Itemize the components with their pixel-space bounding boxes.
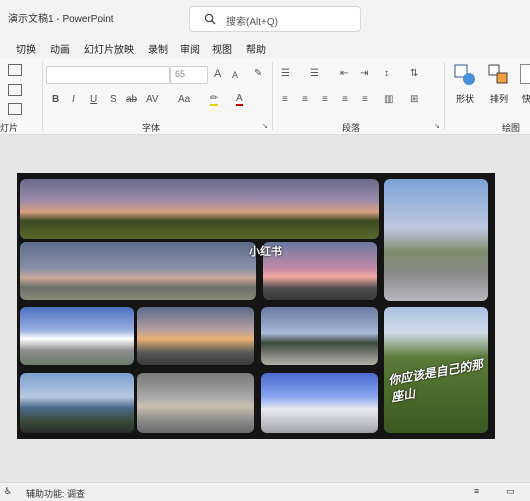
menu-review[interactable]: 审阅 xyxy=(180,41,200,56)
quick-styles-icon xyxy=(520,64,530,84)
slides-group-label: 灯片 xyxy=(0,123,19,133)
photo-city[interactable] xyxy=(20,373,134,433)
shapes-button[interactable]: 形状 xyxy=(454,64,480,110)
font-size-select[interactable]: 65 xyxy=(170,66,208,84)
justify-icon[interactable]: ≡ xyxy=(342,94,348,105)
photo-sea[interactable] xyxy=(137,373,254,433)
photo-snow-mountain[interactable] xyxy=(261,373,378,433)
menu-transitions[interactable]: 切换 xyxy=(16,41,36,56)
change-case-button[interactable]: Aa xyxy=(178,94,190,105)
strike-button[interactable]: S xyxy=(110,94,117,105)
layout-icon[interactable] xyxy=(8,64,22,76)
separator xyxy=(444,62,445,130)
shapes-label: 形状 xyxy=(456,94,475,104)
menu-bar: 切换 动画 幻灯片放映 录制 审阅 视图 帮助 xyxy=(0,34,530,58)
increase-indent-icon[interactable]: ⇥ xyxy=(360,68,368,79)
separator xyxy=(272,62,273,130)
font-color-icon[interactable]: A xyxy=(236,93,243,106)
menu-slideshow[interactable]: 幻灯片放映 xyxy=(84,41,134,56)
strikethrough-button[interactable]: ab xyxy=(126,94,137,105)
grow-font-icon[interactable]: A xyxy=(214,68,221,80)
smartart-icon[interactable]: ⊞ xyxy=(410,94,418,105)
arrange-button[interactable]: 排列 xyxy=(488,64,514,110)
arrange-icon xyxy=(488,64,508,84)
arrange-label: 排列 xyxy=(490,94,509,104)
status-bar: ♿ 辅助功能: 调查 ≡ ▭ xyxy=(0,482,530,501)
quick-styles-label: 快 xyxy=(522,94,530,104)
distributed-icon[interactable]: ≡ xyxy=(362,94,368,105)
search-icon xyxy=(204,13,216,25)
decrease-indent-icon[interactable]: ⇤ xyxy=(340,68,348,79)
font-name-select[interactable] xyxy=(46,66,170,84)
italic-button[interactable]: I xyxy=(72,94,75,105)
accessibility-icon[interactable]: ♿ xyxy=(4,486,12,497)
numbering-icon[interactable]: ☰ xyxy=(310,68,319,79)
notes-icon[interactable]: ≡ xyxy=(474,486,479,496)
drawing-group-label: 绘图 xyxy=(502,123,521,133)
paragraph-group-label: 段落 xyxy=(342,123,361,133)
separator xyxy=(42,62,43,130)
photo-buildings[interactable] xyxy=(20,242,256,300)
search-placeholder: 搜索(Alt+Q) xyxy=(226,17,278,28)
reset-icon[interactable] xyxy=(8,84,22,96)
photo-flower-field[interactable] xyxy=(20,179,379,239)
paragraph-dialog-launcher-icon[interactable]: ↘ xyxy=(434,122,440,130)
shapes-icon xyxy=(454,64,475,85)
columns-icon[interactable]: ▥ xyxy=(384,94,393,105)
font-size-value: 65 xyxy=(175,69,186,79)
title-bar: 演示文稿1 - PowerPoint 搜索(Alt+Q) xyxy=(0,0,530,34)
font-dialog-launcher-icon[interactable]: ↘ xyxy=(262,122,268,130)
comments-icon[interactable]: ▭ xyxy=(506,486,515,497)
line-spacing-icon[interactable]: ↕ xyxy=(384,68,389,79)
align-center-icon[interactable]: ≡ xyxy=(302,94,308,105)
text-direction-icon[interactable]: ⇅ xyxy=(410,68,418,79)
bullets-icon[interactable]: ☰ xyxy=(281,68,290,79)
menu-view[interactable]: 视图 xyxy=(212,41,232,56)
photo-street[interactable] xyxy=(384,179,488,301)
ribbon: 灯片 65 A A ✎ B I U S ab AV Aa ✏ A 字体 ↘ ☰ … xyxy=(0,58,530,135)
window-title: 演示文稿1 - PowerPoint xyxy=(8,14,114,25)
font-group-label: 字体 xyxy=(142,123,161,133)
search-box[interactable]: 搜索(Alt+Q) xyxy=(189,6,361,32)
clear-format-icon[interactable]: ✎ xyxy=(254,68,262,79)
accessibility-status[interactable]: 辅助功能: 调查 xyxy=(26,487,85,500)
align-left-icon[interactable]: ≡ xyxy=(282,94,288,105)
menu-record[interactable]: 录制 xyxy=(148,41,168,56)
menu-help[interactable]: 帮助 xyxy=(246,41,266,56)
slide[interactable]: 小红书 你应该是自己的那座山 xyxy=(17,173,495,439)
char-spacing-button[interactable]: AV xyxy=(146,94,159,105)
quick-styles-button[interactable]: 快 xyxy=(520,64,530,110)
underline-button[interactable]: U xyxy=(90,94,97,105)
align-right-icon[interactable]: ≡ xyxy=(322,94,328,105)
watermark-text: 小红书 xyxy=(249,246,282,258)
menu-animations[interactable]: 动画 xyxy=(50,41,70,56)
highlight-icon[interactable]: ✏ xyxy=(210,93,219,106)
photo-plaza[interactable] xyxy=(137,307,254,365)
section-icon[interactable] xyxy=(8,103,22,115)
photo-blue-sky[interactable] xyxy=(20,307,134,365)
photo-park[interactable] xyxy=(261,307,378,365)
bold-button[interactable]: B xyxy=(52,94,59,105)
shrink-font-icon[interactable]: A xyxy=(232,70,238,80)
